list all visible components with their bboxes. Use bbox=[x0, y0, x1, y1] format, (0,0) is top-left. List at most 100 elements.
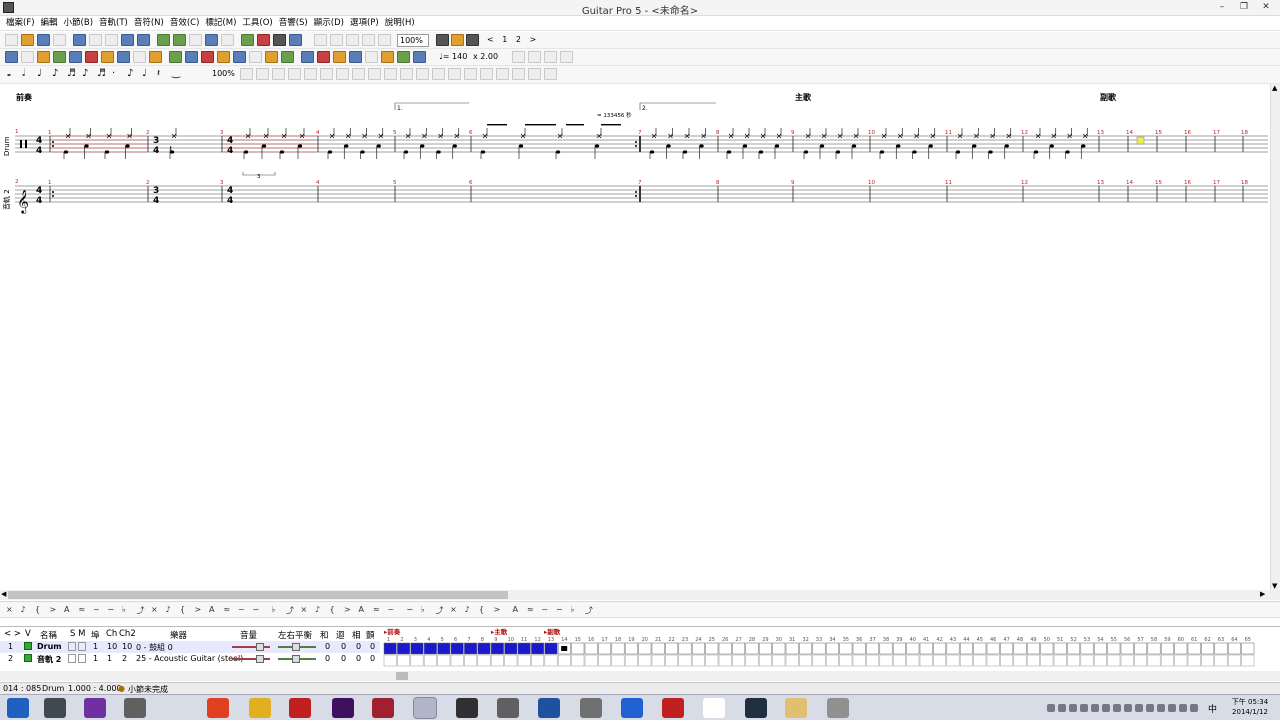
score-area[interactable]: 1 2 3 4 5 6 7 8 9 10 11 12 13 14 15 16 17 18 4 4 3 4 4 4 1 2 3 4 5 6 7… bbox=[0, 84, 1270, 590]
track-visible-icon[interactable] bbox=[24, 642, 32, 650]
kick-26-head[interactable] bbox=[682, 150, 688, 154]
toolbar3-button-1[interactable] bbox=[256, 68, 269, 80]
timeline-track2-cell-17[interactable] bbox=[611, 654, 625, 667]
timeline-drum-cell-26[interactable] bbox=[732, 642, 746, 655]
kick-20-head[interactable] bbox=[480, 150, 486, 154]
snare-27-head[interactable] bbox=[699, 144, 704, 148]
tray-icon-1[interactable] bbox=[1058, 704, 1066, 712]
toolbar2-button-2[interactable] bbox=[37, 51, 50, 63]
track-row-1[interactable]: 2 音軌 2 1 1 2 25 - Acoustic Guitar (steel) 0 0 0 0 bbox=[0, 653, 380, 665]
timeline-drum-cell-18[interactable] bbox=[624, 642, 638, 655]
edit-tool-37-icon[interactable]: ∽ bbox=[556, 605, 563, 614]
timeline-drum-cell-35[interactable] bbox=[852, 642, 866, 655]
timeline-drum-cell-51[interactable] bbox=[1067, 642, 1081, 655]
timeline-track2-cell-43[interactable] bbox=[959, 654, 973, 667]
taskbar-app-1[interactable] bbox=[44, 698, 66, 718]
snare-31-head[interactable] bbox=[774, 144, 780, 148]
toolbar2-button-13[interactable] bbox=[217, 51, 230, 63]
taskbar-app-5[interactable] bbox=[249, 698, 271, 718]
timeline-drum-cell-62[interactable] bbox=[1214, 642, 1228, 655]
snare-45-head[interactable] bbox=[1049, 144, 1054, 148]
toolbar3-button-8[interactable] bbox=[368, 68, 381, 80]
duration-note-3-icon[interactable]: ♪ bbox=[52, 68, 58, 79]
kick-28-head[interactable] bbox=[726, 150, 732, 154]
menu-item-0[interactable]: 檔案(F) bbox=[3, 16, 38, 31]
toolbar2-button-14[interactable] bbox=[233, 51, 246, 63]
edit-tool-27-icon[interactable]: ∽ bbox=[407, 605, 414, 614]
timeline-drum-cell-52[interactable] bbox=[1080, 642, 1094, 655]
kick-22-head[interactable] bbox=[555, 150, 561, 154]
edit-tool-12-icon[interactable]: { bbox=[180, 605, 185, 614]
toolbar2-button-5[interactable] bbox=[85, 51, 98, 63]
tray-icon-11[interactable] bbox=[1168, 704, 1176, 712]
mute-checkbox[interactable] bbox=[78, 654, 86, 663]
timeline-track2-cell-53[interactable] bbox=[1093, 654, 1107, 667]
edit-tool-2-icon[interactable]: { bbox=[35, 605, 40, 614]
edit-tool-30-icon[interactable]: × bbox=[450, 605, 457, 614]
score-sheet[interactable]: 1 2 3 4 5 6 7 8 9 10 11 12 13 14 15 16 17 184434441 2 3 4 5 6 7… bbox=[0, 84, 1270, 590]
snare-47-head[interactable] bbox=[1081, 144, 1086, 148]
speed-display[interactable]: x 2.00 bbox=[473, 52, 498, 61]
toolbar1-button-3[interactable] bbox=[53, 34, 66, 46]
edit-tool-18-icon[interactable]: ♭ bbox=[272, 605, 276, 614]
scroll-down-icon[interactable]: ▼ bbox=[1272, 582, 1277, 590]
kick-38-head[interactable] bbox=[912, 150, 917, 154]
taskbar-app-3[interactable] bbox=[124, 698, 146, 718]
close-button[interactable]: ✕ bbox=[1255, 1, 1277, 14]
timeline-drum-cell-19[interactable] bbox=[638, 642, 652, 655]
toolbar2-button-20[interactable] bbox=[333, 51, 346, 63]
timeline-track2-cell-9[interactable] bbox=[504, 654, 518, 667]
toolbar2-button-24[interactable] bbox=[397, 51, 410, 63]
timeline-track2-cell-29[interactable] bbox=[772, 654, 786, 667]
toolbar3-button-3[interactable] bbox=[288, 68, 301, 80]
timeline-track2-cell-19[interactable] bbox=[638, 654, 652, 667]
volume-slider[interactable] bbox=[232, 646, 270, 648]
taskbar-app-7[interactable] bbox=[332, 698, 354, 718]
timeline-drum-cell-9[interactable] bbox=[504, 642, 518, 655]
edit-tool-24-icon[interactable]: A bbox=[359, 605, 364, 614]
timeline-drum-cell-24[interactable] bbox=[705, 642, 719, 655]
timeline-drum-cell-6[interactable] bbox=[464, 642, 478, 655]
edit-tool-33-icon[interactable]: > bbox=[494, 605, 501, 614]
snare-13-head[interactable] bbox=[344, 144, 349, 148]
timeline-track2-cell-3[interactable] bbox=[423, 654, 437, 667]
taskbar-app-10[interactable] bbox=[456, 698, 478, 718]
toolbar1-button-19[interactable] bbox=[330, 34, 343, 46]
timeline-track2-cell-37[interactable] bbox=[879, 654, 893, 667]
edit-tool-31-icon[interactable]: ♪ bbox=[465, 605, 470, 614]
menu-item-1[interactable]: 編輯 bbox=[38, 16, 61, 31]
timeline-drum-cell-40[interactable] bbox=[919, 642, 933, 655]
menu-item-6[interactable]: 標記(M) bbox=[202, 16, 239, 31]
timeline-track2-cell-61[interactable] bbox=[1201, 654, 1215, 667]
snare-17-head[interactable] bbox=[420, 144, 425, 148]
duration-note-5-icon[interactable]: ♪ bbox=[82, 68, 88, 79]
track-name[interactable]: 音軌 2 bbox=[37, 654, 61, 665]
timeline-drum-cell-54[interactable] bbox=[1107, 642, 1121, 655]
speed-button-3[interactable] bbox=[560, 51, 573, 63]
timeline-track2-cell-41[interactable] bbox=[933, 654, 947, 667]
toolbar2-button-22[interactable] bbox=[365, 51, 378, 63]
snare-23-head[interactable] bbox=[594, 144, 600, 148]
timeline-drum-cell-50[interactable] bbox=[1053, 642, 1067, 655]
timeline-drum-cell-3[interactable] bbox=[423, 642, 437, 655]
timeline-track2-cell-28[interactable] bbox=[758, 654, 772, 667]
timeline-drum-cell-14[interactable] bbox=[571, 642, 585, 655]
taskbar-app-2[interactable] bbox=[84, 698, 106, 718]
menu-item-2[interactable]: 小節(B) bbox=[61, 16, 96, 31]
timeline-drum-cell-10[interactable] bbox=[517, 642, 531, 655]
toolbar2-button-21[interactable] bbox=[349, 51, 362, 63]
volume-slider[interactable] bbox=[232, 658, 270, 660]
menu-item-3[interactable]: 音軌(T) bbox=[96, 16, 131, 31]
toolbar1-button-2[interactable] bbox=[37, 34, 50, 46]
timeline-track2-cell-0[interactable] bbox=[383, 654, 397, 667]
menu-item-10[interactable]: 選項(P) bbox=[347, 16, 382, 31]
taskbar-app-9[interactable] bbox=[413, 697, 437, 719]
timeline-track2-cell-49[interactable] bbox=[1040, 654, 1054, 667]
timeline-track2-cell-20[interactable] bbox=[651, 654, 665, 667]
toolbar3-button-14[interactable] bbox=[464, 68, 477, 80]
timeline-drum-cell-48[interactable] bbox=[1026, 642, 1040, 655]
timeline-track2-cell-31[interactable] bbox=[799, 654, 813, 667]
timeline-drum-cell-41[interactable] bbox=[933, 642, 947, 655]
ime-indicator[interactable]: 中 bbox=[1208, 702, 1217, 715]
taskbar-app-14[interactable] bbox=[621, 698, 643, 718]
